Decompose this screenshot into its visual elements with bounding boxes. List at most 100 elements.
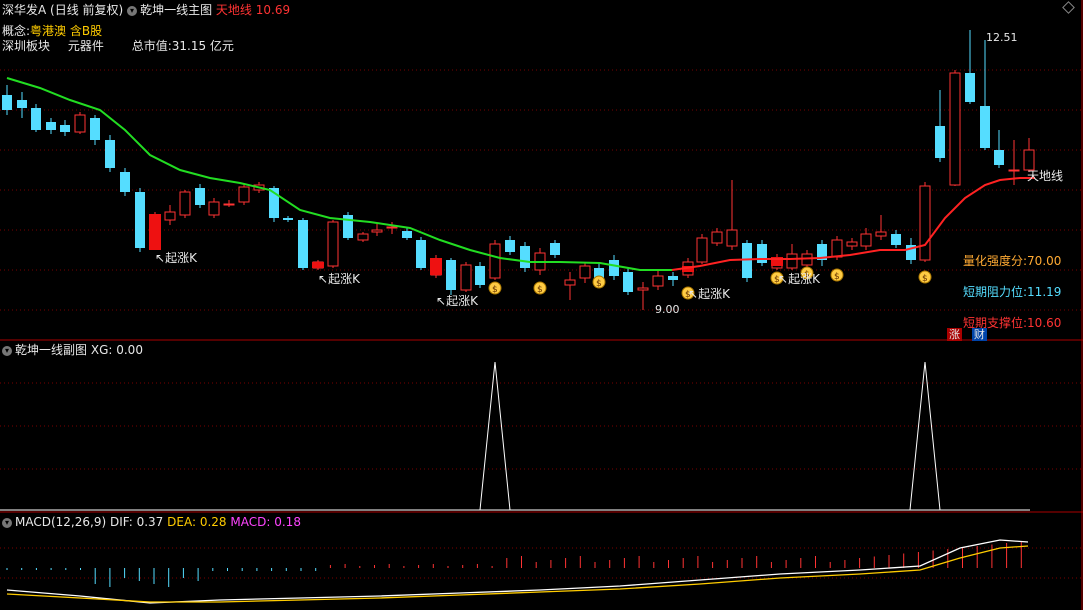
candle-body xyxy=(786,253,798,269)
candle-body xyxy=(564,279,576,286)
candle-body xyxy=(846,241,858,247)
candle-body xyxy=(298,220,308,268)
candle-body xyxy=(179,191,191,216)
board-row: 深圳板块 元器件 总市值:31.15 亿元 xyxy=(2,39,234,53)
collapse-icon[interactable]: ▾ xyxy=(2,517,12,528)
candle-body xyxy=(238,186,250,203)
stock-name[interactable]: 深华发A xyxy=(2,3,46,17)
signal-candle xyxy=(430,258,442,275)
candle-body xyxy=(475,266,485,285)
money-bag-symbol: $ xyxy=(537,285,543,295)
period-label[interactable]: (日线 前复权) xyxy=(50,3,123,17)
candle-body xyxy=(623,272,633,292)
candle-body xyxy=(402,231,412,238)
signal-label: ↖起涨K xyxy=(318,272,360,286)
signal-label: ↖起涨K xyxy=(778,272,820,286)
candle-body xyxy=(609,260,619,276)
candle-body xyxy=(757,244,767,263)
candle-body xyxy=(135,192,145,248)
collapse-icon[interactable]: ▾ xyxy=(127,5,138,16)
candle-body xyxy=(90,118,100,140)
macd-value: 0.18 xyxy=(274,515,301,529)
stat-resistance: 短期阻力位:11.19 xyxy=(963,285,1062,299)
candle-body xyxy=(105,140,115,168)
main-indicator-name[interactable]: 乾坤一线主图 xyxy=(140,3,212,17)
candle-body xyxy=(965,73,975,102)
badge-zhang[interactable]: 涨 xyxy=(947,328,962,341)
candle-body xyxy=(696,237,708,263)
arrow-icon: ↖ xyxy=(688,287,699,301)
arrow-icon: ↖ xyxy=(778,272,789,286)
candle-body xyxy=(164,211,176,221)
money-bag-symbol: $ xyxy=(922,274,928,284)
macd-name[interactable]: MACD(12,26,9) xyxy=(15,515,106,529)
candle-body xyxy=(1008,169,1020,172)
candle-body xyxy=(520,246,530,268)
candle-body xyxy=(371,229,383,233)
candle-body xyxy=(223,203,235,206)
candle-body xyxy=(386,226,398,229)
collapse-icon[interactable]: ▾ xyxy=(2,345,12,356)
candle-body xyxy=(46,122,56,130)
candle-body xyxy=(60,125,70,132)
dea-line xyxy=(6,545,1029,603)
industry-label: 元器件 xyxy=(67,39,104,53)
signal-candle xyxy=(149,214,161,250)
arrow-icon: ↖ xyxy=(155,251,166,265)
low-price-label: 9.00 xyxy=(655,303,680,316)
candle-body xyxy=(668,276,678,280)
stat-strength: 量化强度分:70.00 xyxy=(963,254,1062,268)
candle-body xyxy=(726,229,738,247)
board-label: 深圳板块 xyxy=(2,39,51,53)
candle-body xyxy=(935,126,945,158)
candle-body xyxy=(891,234,901,245)
dif-line xyxy=(6,539,1029,604)
xg-label: XG: xyxy=(90,343,113,357)
candle-body xyxy=(919,185,931,261)
xg-value: 0.00 xyxy=(116,343,143,357)
signal-candle xyxy=(312,262,324,268)
candle-body xyxy=(357,233,369,241)
macd-label: MACD: xyxy=(230,515,271,529)
dif-value: 0.37 xyxy=(136,515,164,529)
candle-body xyxy=(637,287,649,291)
high-price-label: 12.51 xyxy=(986,31,1018,44)
dea-label: DEA: xyxy=(167,515,197,529)
candle-body xyxy=(949,72,961,186)
candle-body xyxy=(446,260,456,290)
money-bag-symbol: $ xyxy=(596,279,602,289)
candle-body xyxy=(711,231,723,244)
badge-cai[interactable]: 财 xyxy=(971,328,987,341)
candle-body xyxy=(74,114,86,133)
candle-body xyxy=(327,221,339,267)
candle-body xyxy=(579,265,591,279)
candle-body xyxy=(489,243,501,279)
candle-body xyxy=(831,239,843,258)
candle-body xyxy=(652,275,664,287)
signal-label: ↖起涨K xyxy=(155,251,197,265)
tiandi-line-green xyxy=(6,77,672,271)
candle-body xyxy=(31,108,41,130)
arrow-icon: ↖ xyxy=(318,272,329,286)
sub-indicator-name[interactable]: 乾坤一线副图 xyxy=(15,343,87,357)
candle-body xyxy=(860,233,872,247)
candle-body xyxy=(994,150,1004,165)
concept-row: 概念:粤港澳 含B股 xyxy=(2,24,102,38)
money-bag-symbol: $ xyxy=(492,285,498,295)
macd-header: ▾ MACD(12,26,9) DIF: 0.37 DEA: 0.28 MACD:… xyxy=(2,515,301,529)
line-label: 天地线 xyxy=(1027,169,1064,183)
candle-body xyxy=(875,231,887,237)
candle-body xyxy=(460,264,472,291)
candle-body xyxy=(120,172,130,192)
candle-body xyxy=(416,240,426,268)
candle-body xyxy=(2,95,12,110)
candle-body xyxy=(980,106,990,148)
market-cap-label: 总市值: xyxy=(131,39,172,53)
xg-spike xyxy=(479,361,511,511)
money-bag-symbol: $ xyxy=(834,272,840,282)
candle-body xyxy=(283,218,293,220)
sub-header: ▾ 乾坤一线副图 XG: 0.00 xyxy=(2,343,143,357)
title-bar: 深华发A (日线 前复权) ▾ 乾坤一线主图 天地线 10.69 xyxy=(2,3,290,17)
badge-row: 涨 财 xyxy=(947,327,987,341)
arrow-icon: ↖ xyxy=(436,294,447,308)
